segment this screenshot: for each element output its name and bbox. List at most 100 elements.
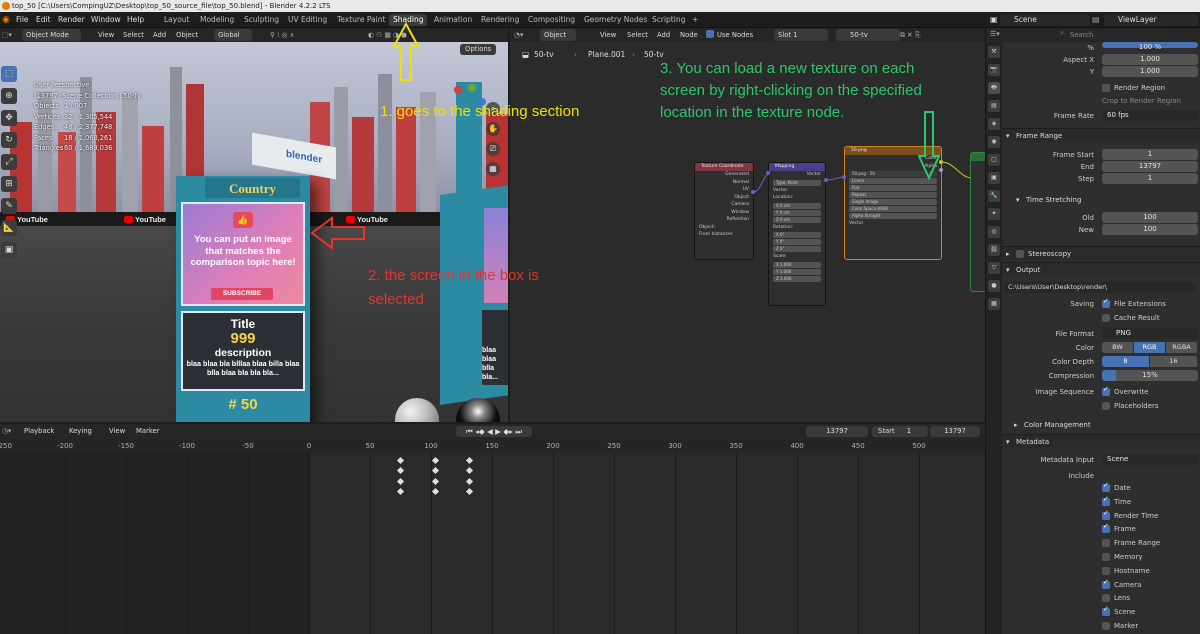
cursor-tool-icon[interactable]: ⊕ <box>1 88 17 104</box>
tab-animation[interactable]: Animation <box>430 14 476 26</box>
metadata-include-checkbox[interactable] <box>1102 553 1110 561</box>
tool-tab-icon[interactable]: ⚒ <box>988 46 1000 58</box>
time-old-field[interactable]: 100 <box>1102 212 1198 223</box>
viewport-menu-view[interactable]: View <box>98 29 114 41</box>
menu-edit[interactable]: Edit <box>36 12 51 28</box>
color-rgba-option[interactable]: RGBA <box>1166 342 1198 353</box>
data-tab-icon[interactable]: ▽ <box>988 262 1000 274</box>
principled-bsdf-node[interactable] <box>970 152 985 292</box>
3d-viewport[interactable]: ⬚▾ Object Mode View Select Add Object Gl… <box>0 28 508 422</box>
keyframe[interactable] <box>431 456 440 465</box>
overwrite-checkbox[interactable] <box>1102 385 1110 396</box>
editor-type-icon[interactable]: ⬚▾ <box>2 29 12 41</box>
cache-result-checkbox[interactable] <box>1102 314 1110 322</box>
menu-help[interactable]: Help <box>127 12 144 28</box>
tab-layout[interactable]: Layout <box>160 14 194 26</box>
mode-dropdown[interactable]: Object Mode <box>22 29 81 41</box>
keyframe[interactable] <box>431 487 440 496</box>
keyframe[interactable] <box>431 477 440 486</box>
metadata-include-checkbox[interactable] <box>1102 622 1110 630</box>
rotation-y-field[interactable]: Y 0° <box>773 239 821 245</box>
keyframe[interactable] <box>396 466 405 475</box>
tab-geometry-nodes[interactable]: Geometry Nodes <box>580 14 651 26</box>
mapping-node[interactable]: Mapping Vector Type: Point Vector Locati… <box>768 162 826 306</box>
scene-browse-icon[interactable]: ▤ <box>1092 12 1100 28</box>
tab-modeling[interactable]: Modeling <box>196 14 238 26</box>
ortho-grid-icon[interactable]: ▦ <box>486 162 500 176</box>
scale-x-field[interactable]: X 1.000 <box>773 261 821 268</box>
node-socket[interactable] <box>751 190 755 194</box>
metadata-include-checkbox[interactable] <box>1102 594 1110 603</box>
view-layer-selector[interactable]: ViewLayer <box>1104 14 1198 26</box>
scene-selector[interactable]: Scene <box>1000 14 1090 26</box>
rotation-z-field[interactable]: Z 0° <box>773 246 821 252</box>
tab-uv-editing[interactable]: UV Editing <box>284 14 331 26</box>
viewport-menu-select[interactable]: Select <box>123 29 144 41</box>
mapping-type-field[interactable]: Type: Point <box>773 179 821 186</box>
menu-window[interactable]: Window <box>91 12 121 28</box>
rotation-x-field[interactable]: X 0° <box>773 232 821 238</box>
keyframe[interactable] <box>465 466 474 475</box>
tab-compositing[interactable]: Compositing <box>524 14 579 26</box>
scale-tool-icon[interactable]: ⤢ <box>1 154 17 170</box>
render-tab-icon[interactable]: 📷 <box>988 64 1000 76</box>
aspect-x-field[interactable]: 1.000 <box>1102 54 1198 65</box>
location-x-field[interactable]: X 0 cm <box>773 202 821 209</box>
playback-controls[interactable]: ⏮ ◂◆ ◀ ▶ ◆▸ ⏭ <box>456 426 532 437</box>
material-tab-icon[interactable]: ● <box>988 280 1000 292</box>
node-socket[interactable] <box>766 171 770 175</box>
output-tab-icon[interactable]: 🖶 <box>988 82 1000 94</box>
tab-rendering[interactable]: Rendering <box>477 14 523 26</box>
color-management-section[interactable]: Color Management <box>1010 418 1200 432</box>
alpha-field[interactable]: Alpha Straight <box>849 213 937 219</box>
keyframe[interactable] <box>465 456 474 465</box>
editor-type-icon[interactable]: ◷▾ <box>2 426 11 437</box>
tab-texture-paint[interactable]: Texture Paint <box>333 14 389 26</box>
color-depth-8-option[interactable]: 8 <box>1102 356 1150 367</box>
transform-tool-icon[interactable]: ⊞ <box>1 176 17 192</box>
frame-end-field[interactable]: 13797 <box>1102 161 1198 172</box>
metadata-input-dropdown[interactable]: Scene <box>1102 454 1198 465</box>
add-cube-tool-icon[interactable]: ▣ <box>1 242 17 258</box>
blender-menu-icon[interactable]: ◉ <box>2 12 12 28</box>
current-frame-field[interactable]: 13797 <box>806 426 868 437</box>
timeline-editor[interactable]: ◷▾ Playback Keying View Marker ⏮ ◂◆ ◀ ▶ … <box>0 424 985 634</box>
menu-render[interactable]: Render <box>58 12 85 28</box>
timeline-menu-playback[interactable]: Playback <box>24 426 54 437</box>
view-layer-tab-icon[interactable]: ▤ <box>988 100 1000 112</box>
metadata-include-checkbox[interactable] <box>1102 566 1110 575</box>
render-region-checkbox[interactable] <box>1102 84 1110 92</box>
tab-sculpting[interactable]: Sculpting <box>240 14 283 26</box>
annotate-tool-icon[interactable]: ✎ <box>1 198 17 214</box>
file-extensions-checkbox[interactable] <box>1102 297 1110 308</box>
file-format-dropdown[interactable]: PNG <box>1102 328 1198 339</box>
node-socket[interactable] <box>842 175 846 179</box>
collection-tab-icon[interactable]: ▢ <box>988 154 1000 166</box>
viewport-options-button[interactable]: Options <box>460 44 497 55</box>
color-bw-option[interactable]: BW <box>1102 342 1134 353</box>
keyframe[interactable] <box>396 477 405 486</box>
stereoscopy-section[interactable]: Stereoscopy <box>1002 246 1200 261</box>
metadata-include-checkbox[interactable] <box>1102 522 1110 534</box>
camera-view-icon[interactable]: ⎚ <box>486 142 500 156</box>
metadata-include-checkbox[interactable] <box>1102 539 1110 548</box>
keyframe[interactable] <box>465 477 474 486</box>
timeline-tracks[interactable] <box>0 453 985 634</box>
measure-tool-icon[interactable]: 📐 <box>1 220 17 236</box>
output-section[interactable]: Output <box>1002 262 1200 277</box>
transform-orientation-dropdown[interactable]: Global <box>214 29 252 41</box>
timeline-menu-view[interactable]: View <box>109 426 125 437</box>
frame-range-section[interactable]: Frame Range <box>1002 128 1200 143</box>
frame-rate-dropdown[interactable]: 60 fps <box>1102 110 1198 121</box>
color-rgb-option[interactable]: RGB <box>1134 342 1166 353</box>
menu-file[interactable]: File <box>16 12 29 28</box>
properties-search-input[interactable]: Search <box>1056 30 1166 40</box>
scale-y-field[interactable]: Y 1.000 <box>773 268 821 275</box>
aspect-y-field[interactable]: 1.000 <box>1102 66 1198 77</box>
scene-tab-icon[interactable]: ◈ <box>988 118 1000 130</box>
timeline-menu-marker[interactable]: Marker <box>136 426 160 437</box>
color-depth-16-option[interactable]: 16 <box>1150 356 1198 367</box>
viewport-menu-object[interactable]: Object <box>176 29 198 41</box>
color-space-field[interactable]: Color Space sRGB <box>849 206 937 212</box>
placeholders-checkbox[interactable] <box>1102 402 1110 410</box>
